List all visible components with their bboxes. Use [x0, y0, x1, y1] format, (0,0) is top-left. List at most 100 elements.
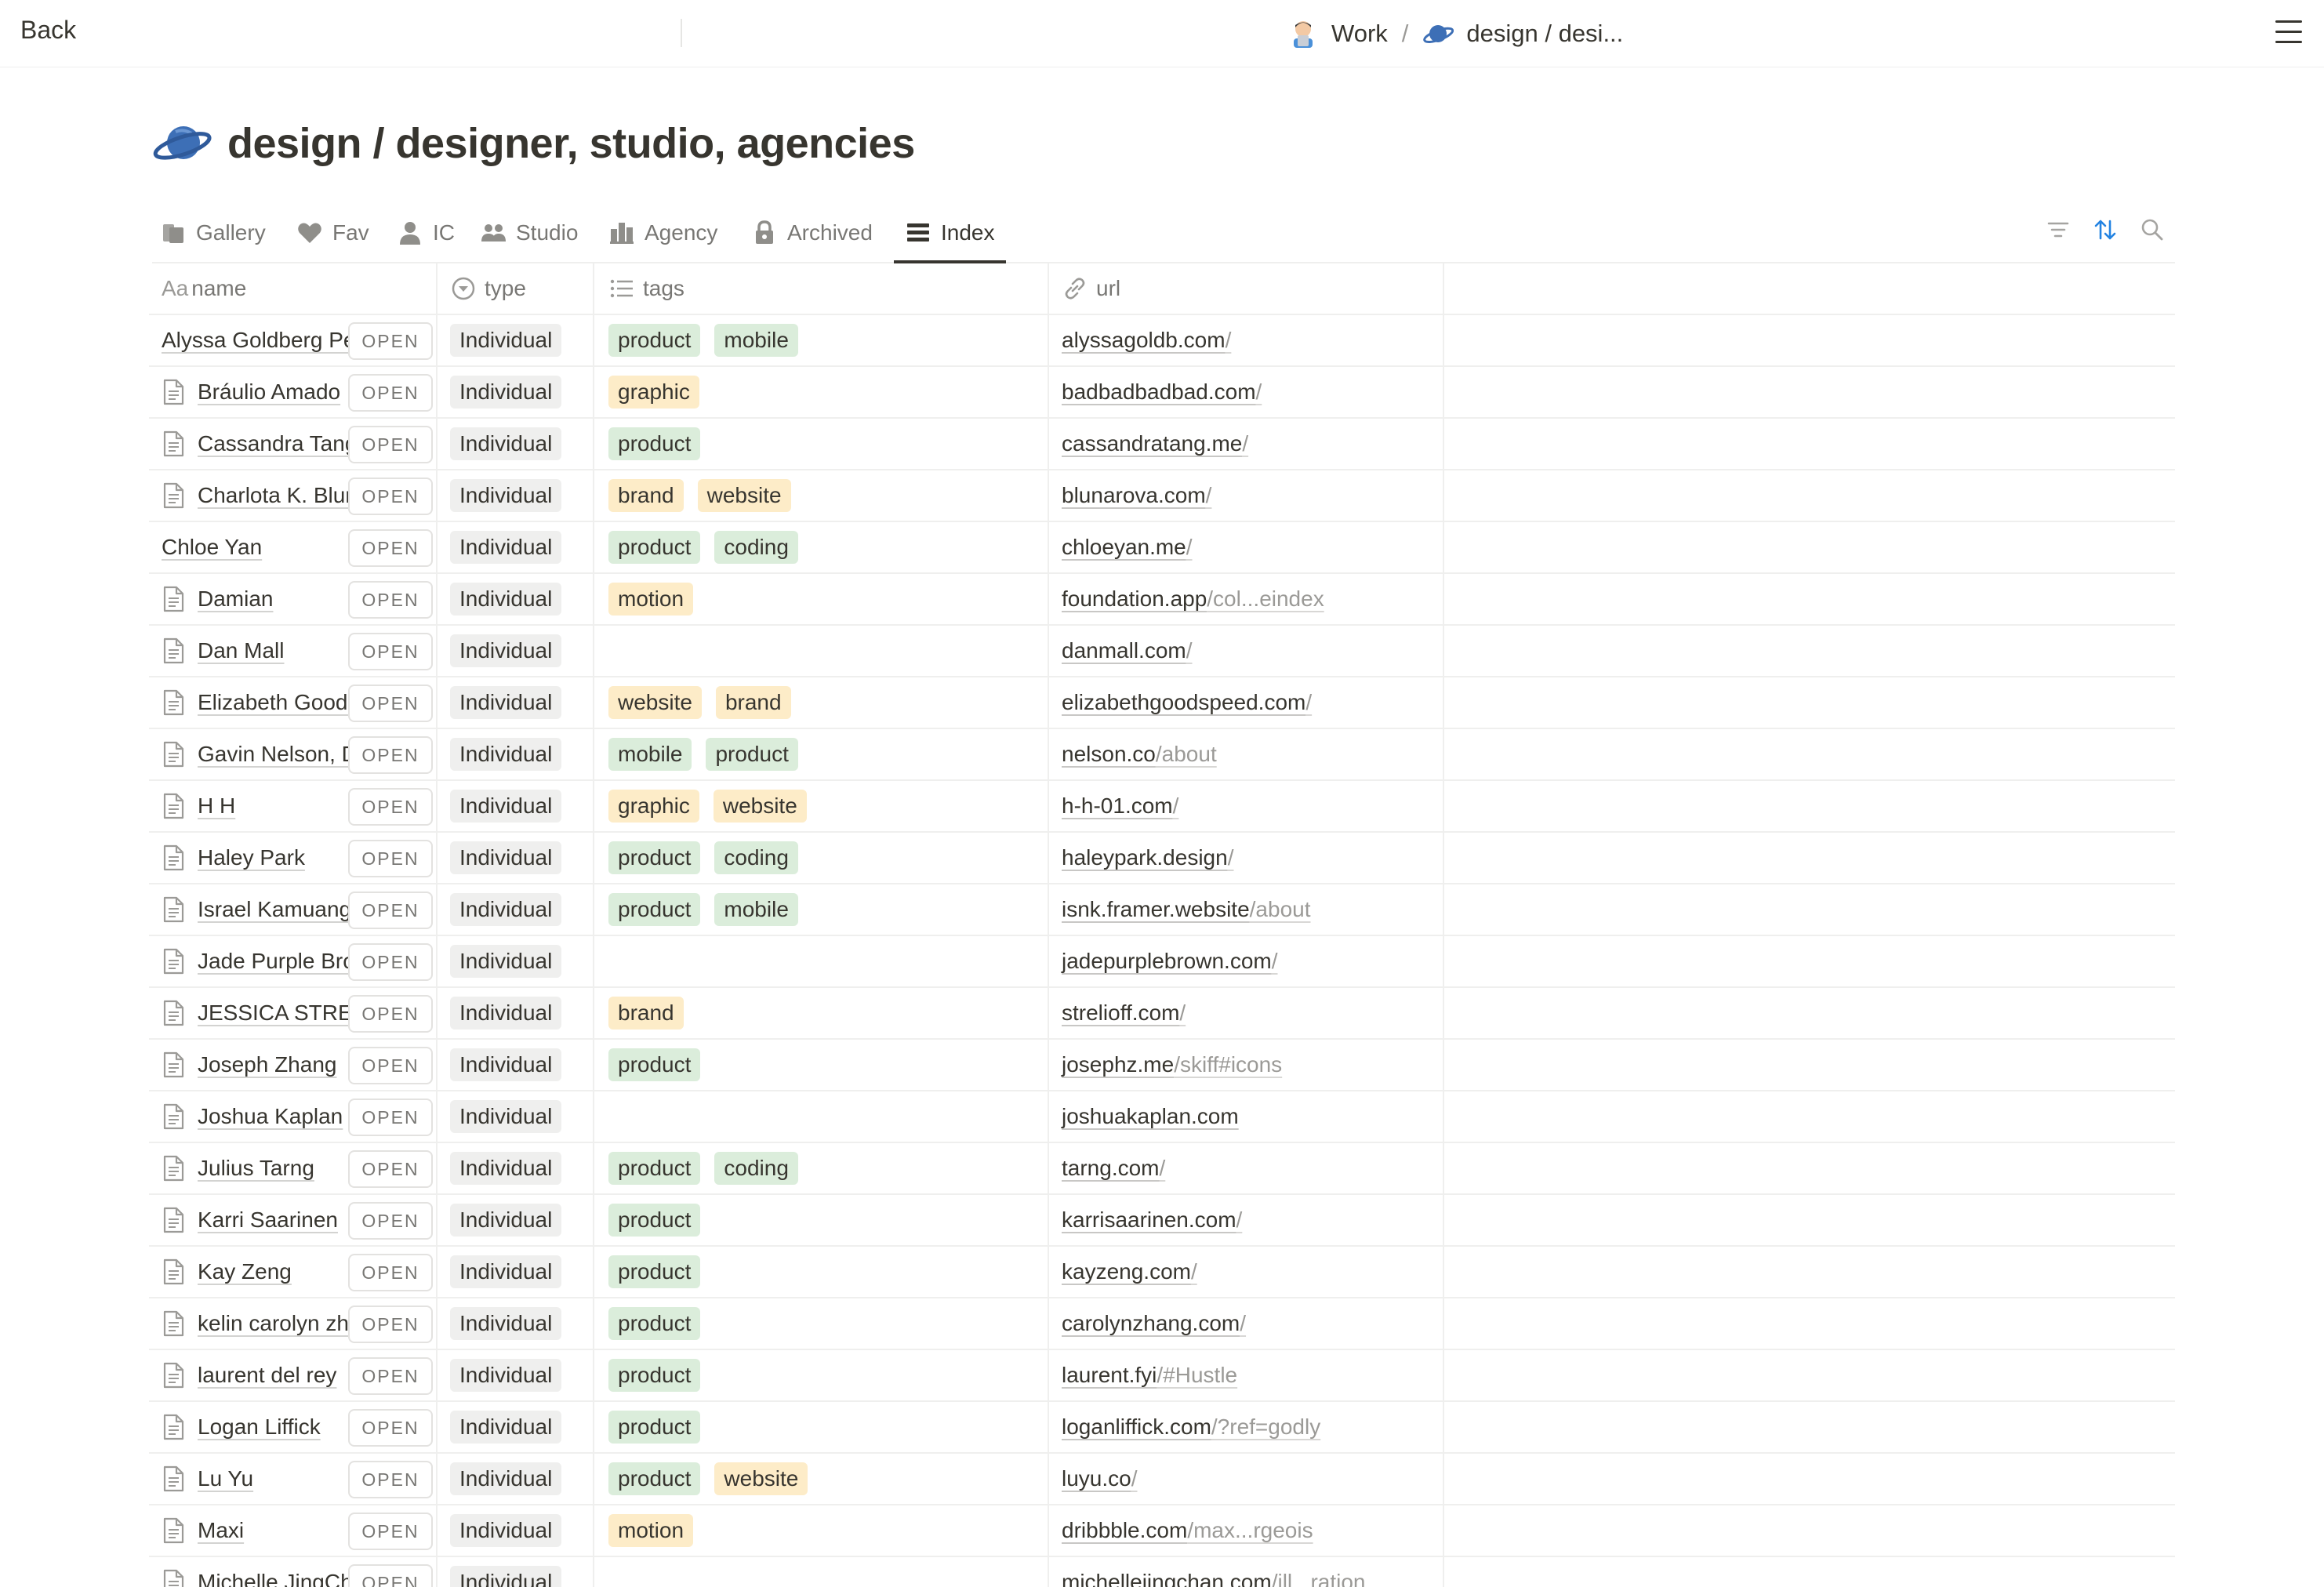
url-cell[interactable]: cassandratang.me / [1049, 419, 1444, 469]
tags-cell[interactable]: product [594, 1350, 1049, 1400]
open-row-button[interactable]: OPEN [348, 322, 433, 360]
url-link[interactable]: badbadbadbad.com [1062, 380, 1256, 405]
tags-cell[interactable]: product coding [594, 522, 1049, 572]
table-row[interactable]: Maxi OPEN Individual motion dribbble.com… [149, 1505, 2175, 1557]
url-cell[interactable]: tarng.com / [1049, 1143, 1444, 1193]
open-row-button[interactable]: OPEN [348, 1564, 433, 1587]
tags-cell[interactable]: brand [594, 988, 1049, 1038]
row-name[interactable]: Charlota K. Blun [198, 483, 358, 508]
tags-cell[interactable]: product coding [594, 1143, 1049, 1193]
filter-icon[interactable] [2045, 216, 2072, 243]
url-path[interactable]: /about [1156, 742, 1217, 767]
type-cell[interactable]: Individual [438, 884, 594, 935]
type-cell[interactable]: Individual [438, 677, 594, 728]
url-cell[interactable]: loganliffick.com/?ref=godly [1049, 1402, 1444, 1452]
type-cell[interactable]: Individual [438, 1143, 594, 1193]
url-cell[interactable]: foundation.app/col...eindex [1049, 574, 1444, 624]
row-name[interactable]: Karri Saarinen [198, 1208, 338, 1233]
url-path[interactable]: / [1186, 535, 1193, 560]
tab-fav[interactable]: Fav [296, 204, 369, 262]
url-cell[interactable]: kayzeng.com / [1049, 1247, 1444, 1297]
column-header-type[interactable]: type [438, 263, 594, 314]
type-cell[interactable]: Individual [438, 781, 594, 831]
table-row[interactable]: Lu Yu OPEN Individual product website luy… [149, 1454, 2175, 1505]
url-link[interactable]: isnk.framer.website [1062, 897, 1250, 922]
tab-archived[interactable]: Archived [751, 204, 873, 262]
url-link[interactable]: loganliffick.com [1062, 1414, 1211, 1440]
search-icon[interactable] [2139, 216, 2166, 243]
type-cell[interactable]: Individual [438, 626, 594, 676]
type-cell[interactable]: Individual [438, 1454, 594, 1504]
url-link[interactable]: karrisaarinen.com [1062, 1208, 1236, 1233]
row-name[interactable]: Cassandra Tang [198, 431, 357, 456]
open-row-button[interactable]: OPEN [348, 478, 433, 515]
row-name[interactable]: laurent del rey [198, 1363, 336, 1388]
url-link[interactable]: luyu.co [1062, 1466, 1131, 1491]
tags-cell[interactable]: product [594, 1195, 1049, 1245]
table-row[interactable]: Alyssa Goldberg Pe OPEN Individual produ… [149, 315, 2175, 367]
type-cell[interactable]: Individual [438, 988, 594, 1038]
row-name[interactable]: Julius Tarng [198, 1156, 314, 1181]
row-name[interactable]: Dan Mall [198, 638, 284, 663]
open-row-button[interactable]: OPEN [348, 1202, 433, 1240]
open-row-button[interactable]: OPEN [348, 943, 433, 981]
url-path[interactable]: /#Hustle [1157, 1363, 1237, 1388]
url-cell[interactable]: luyu.co / [1049, 1454, 1444, 1504]
tags-cell[interactable] [594, 936, 1049, 986]
row-name[interactable]: Damian [198, 586, 273, 612]
type-cell[interactable]: Individual [438, 1505, 594, 1556]
url-link[interactable]: danmall.com [1062, 638, 1186, 663]
url-cell[interactable]: haleypark.design / [1049, 833, 1444, 883]
table-row[interactable]: JESSICA STREL OPEN Individual brand stre… [149, 988, 2175, 1040]
tags-cell[interactable]: website brand [594, 677, 1049, 728]
row-name[interactable]: Bráulio Amado [198, 380, 340, 405]
table-row[interactable]: Dan Mall OPEN Individual danmall.com / [149, 626, 2175, 677]
url-path[interactable]: / [1236, 1208, 1243, 1233]
tags-cell[interactable]: product mobile [594, 884, 1049, 935]
column-header-name[interactable]: Aa name [149, 263, 438, 314]
table-row[interactable]: Michelle JingCh OPEN Individual michelle… [149, 1557, 2175, 1587]
url-link[interactable]: elizabethgoodspeed.com [1062, 690, 1305, 715]
url-link[interactable]: cassandratang.me [1062, 431, 1242, 456]
tags-cell[interactable] [594, 626, 1049, 676]
table-row[interactable]: Julius Tarng OPEN Individual product codi… [149, 1143, 2175, 1195]
url-path[interactable]: / [1305, 690, 1312, 715]
url-link[interactable]: foundation.app [1062, 586, 1207, 612]
type-cell[interactable]: Individual [438, 419, 594, 469]
url-link[interactable]: chloeyan.me [1062, 535, 1186, 560]
url-link[interactable]: kayzeng.com [1062, 1259, 1191, 1284]
row-name[interactable]: Maxi [198, 1518, 244, 1543]
tags-cell[interactable]: product [594, 1040, 1049, 1090]
table-row[interactable]: H H OPEN Individual graphic website h-h-0… [149, 781, 2175, 833]
table-row[interactable]: Kay Zeng OPEN Individual product kayzeng… [149, 1247, 2175, 1298]
table-row[interactable]: Jade Purple Bro OPEN Individual jadepurp… [149, 936, 2175, 988]
url-cell[interactable]: blunarova.com / [1049, 470, 1444, 521]
url-cell[interactable]: laurent.fyi/#Hustle [1049, 1350, 1444, 1400]
url-cell[interactable]: carolynzhang.com / [1049, 1298, 1444, 1349]
type-cell[interactable]: Individual [438, 1040, 594, 1090]
row-name[interactable]: Joseph Zhang [198, 1052, 336, 1077]
back-button[interactable]: Back [20, 16, 76, 45]
type-cell[interactable]: Individual [438, 315, 594, 365]
row-name[interactable]: Haley Park [198, 845, 305, 870]
open-row-button[interactable]: OPEN [348, 426, 433, 463]
row-name[interactable]: Lu Yu [198, 1466, 253, 1491]
url-cell[interactable]: danmall.com / [1049, 626, 1444, 676]
type-cell[interactable]: Individual [438, 1195, 594, 1245]
row-name[interactable]: Chloe Yan [162, 535, 262, 560]
open-row-button[interactable]: OPEN [348, 685, 433, 722]
open-row-button[interactable]: OPEN [348, 1357, 433, 1395]
table-row[interactable]: Logan Liffick OPEN Individual product lo… [149, 1402, 2175, 1454]
tags-cell[interactable]: motion [594, 1505, 1049, 1556]
url-link[interactable]: carolynzhang.com [1062, 1311, 1240, 1336]
tags-cell[interactable]: product coding [594, 833, 1049, 883]
url-path[interactable]: /?ref=godly [1211, 1414, 1320, 1440]
tab-ic[interactable]: IC [397, 204, 455, 262]
open-row-button[interactable]: OPEN [348, 1047, 433, 1084]
url-path[interactable]: / [1242, 431, 1248, 456]
row-name[interactable]: Alyssa Goldberg Pe [162, 328, 355, 353]
type-cell[interactable]: Individual [438, 1557, 594, 1587]
type-cell[interactable]: Individual [438, 1298, 594, 1349]
url-cell[interactable]: alyssagoldb.com / [1049, 315, 1444, 365]
table-row[interactable]: Israel Kamuang OPEN Individual product mo… [149, 884, 2175, 936]
